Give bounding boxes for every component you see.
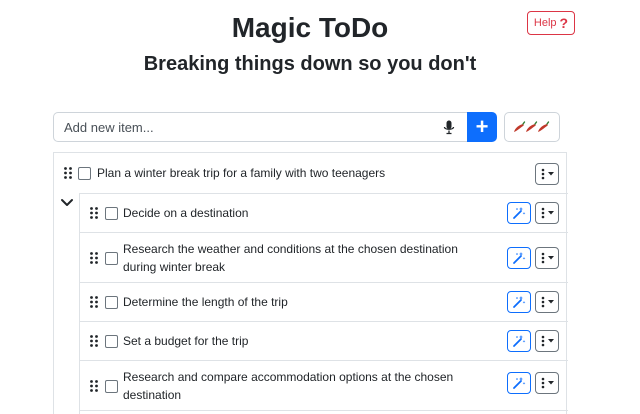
task-checkbox[interactable] [105, 252, 118, 265]
vertical-dots-icon [541, 252, 544, 264]
subtask-row: Set a budget for the trip [80, 322, 568, 361]
new-item-input[interactable] [53, 112, 467, 142]
task-menu-button[interactable] [535, 372, 559, 394]
subtask-row: Determine the length of the trip [80, 283, 568, 322]
magic-breakdown-button[interactable] [507, 202, 531, 224]
magic-wand-icon [513, 376, 526, 389]
magic-wand-icon [513, 251, 526, 264]
microphone-icon[interactable] [443, 120, 455, 135]
vertical-dots-icon [541, 168, 544, 180]
chevron-down-icon[interactable] [59, 196, 75, 210]
drag-handle-icon[interactable] [90, 335, 98, 347]
subtask-row: Decide on a destination [80, 194, 568, 233]
subtask-row: Research and compare accommodation optio… [80, 361, 568, 411]
vertical-dots-icon [541, 335, 544, 347]
caret-down-icon [547, 172, 554, 176]
add-item-button[interactable]: + [467, 112, 497, 142]
subtask-list: Decide on a destination Research the wea… [79, 193, 568, 414]
caret-down-icon [547, 211, 554, 215]
task-label: Plan a winter break trip for a family wi… [97, 166, 386, 180]
drag-handle-icon[interactable] [90, 380, 98, 392]
caret-down-icon [547, 256, 554, 260]
question-mark-icon: ? [559, 15, 569, 31]
drag-handle-icon[interactable] [64, 167, 72, 179]
task-list: Plan a winter break trip for a family wi… [53, 152, 568, 414]
drag-handle-icon[interactable] [90, 252, 98, 264]
task-menu-button[interactable] [535, 163, 559, 185]
caret-down-icon [547, 300, 554, 304]
vertical-dots-icon [541, 207, 544, 219]
task-label-line-2: destination [123, 388, 182, 402]
magic-wand-icon [513, 295, 526, 308]
task-label: Set a budget for the trip [123, 334, 249, 348]
magic-todo-page: Magic ToDo Breaking things down so you d… [0, 0, 640, 414]
caret-down-icon [547, 381, 554, 385]
magic-wand-icon [513, 206, 526, 219]
task-checkbox[interactable] [105, 207, 118, 220]
task-label-line-1: Research and compare accommodation optio… [123, 370, 454, 384]
task-label: Determine the length of the trip [123, 295, 288, 309]
task-label: Decide on a destination [123, 206, 249, 220]
task-menu-button[interactable] [535, 291, 559, 313]
subtask-row: Research the weather and conditions at t… [80, 233, 568, 283]
spiciness-button[interactable] [504, 112, 560, 142]
help-button[interactable]: Help ? [527, 11, 575, 35]
help-label: Help [533, 17, 557, 29]
task-menu-button[interactable] [535, 247, 559, 269]
new-item-bar: + [53, 112, 560, 142]
task-label-line-2: during winter break [123, 260, 226, 274]
vertical-dots-icon [541, 377, 544, 389]
drag-handle-icon[interactable] [90, 296, 98, 308]
task-checkbox[interactable] [78, 167, 91, 180]
magic-breakdown-button[interactable] [507, 291, 531, 313]
caret-down-icon [547, 339, 554, 343]
drag-handle-icon[interactable] [90, 207, 98, 219]
task-menu-button[interactable] [535, 202, 559, 224]
magic-breakdown-button[interactable] [507, 330, 531, 352]
task-checkbox[interactable] [105, 335, 118, 348]
chili-pepper-icon [513, 121, 550, 133]
task-row-parent: Plan a winter break trip for a family wi… [54, 153, 566, 193]
magic-breakdown-button[interactable] [507, 372, 531, 394]
magic-breakdown-button[interactable] [507, 247, 531, 269]
vertical-dots-icon [541, 296, 544, 308]
task-checkbox[interactable] [105, 380, 118, 393]
task-menu-button[interactable] [535, 330, 559, 352]
task-checkbox[interactable] [105, 296, 118, 309]
magic-wand-icon [513, 334, 526, 347]
task-label-line-1: Research the weather and conditions at t… [123, 242, 458, 256]
page-subtitle: Breaking things down so you don't [143, 53, 477, 75]
